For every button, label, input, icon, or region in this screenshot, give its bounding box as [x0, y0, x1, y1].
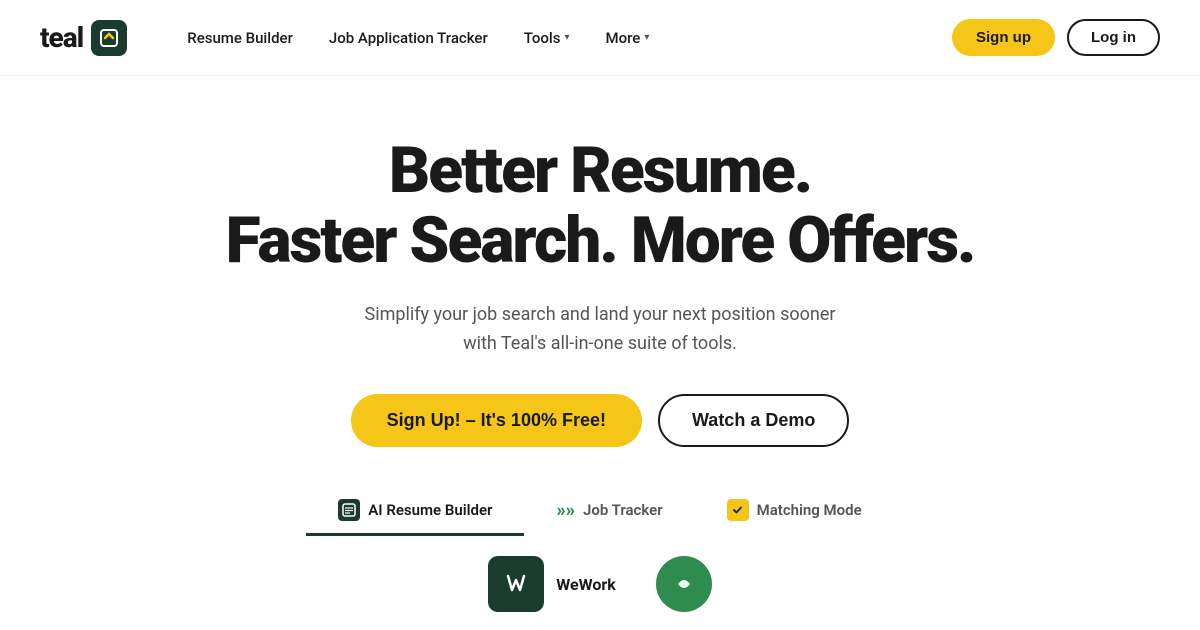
- matching-mode-icon: [727, 499, 749, 521]
- hero-subtitle: Simplify your job search and land your n…: [360, 301, 840, 359]
- tab-job-tracker[interactable]: »» Job Tracker: [524, 487, 694, 536]
- tabs-section: AI Resume Builder »» Job Tracker Matchin…: [0, 487, 1200, 536]
- resume-builder-icon: [338, 499, 360, 521]
- tools-chevron-icon: ▾: [564, 32, 569, 43]
- company2-logo: [656, 556, 712, 612]
- tab-label-resume: AI Resume Builder: [368, 501, 492, 519]
- tab-label-matching: Matching Mode: [757, 501, 862, 519]
- nav-job-tracker[interactable]: Job Application Tracker: [329, 29, 488, 47]
- nav-resume-builder[interactable]: Resume Builder: [187, 29, 293, 47]
- job-tracker-icon: »»: [556, 500, 575, 521]
- navbar-left: teal Resume Builder Job Application Trac…: [40, 20, 649, 56]
- preview-section: WeWork: [0, 556, 1200, 612]
- hero-demo-button[interactable]: Watch a Demo: [658, 394, 849, 447]
- wework-logo: [488, 556, 544, 612]
- tab-label-tracker: Job Tracker: [583, 501, 663, 519]
- hero-title: Better Resume. Faster Search. More Offer…: [226, 136, 975, 277]
- wework-label: WeWork: [556, 575, 616, 594]
- tab-ai-resume-builder[interactable]: AI Resume Builder: [306, 487, 524, 536]
- preview-card-2: [656, 556, 712, 612]
- login-button[interactable]: Log in: [1067, 19, 1160, 56]
- logo-icon: [91, 20, 127, 56]
- tab-matching-mode[interactable]: Matching Mode: [695, 487, 894, 536]
- hero-buttons: Sign Up! – It's 100% Free! Watch a Demo: [351, 394, 850, 447]
- navbar: teal Resume Builder Job Application Trac…: [0, 0, 1200, 76]
- logo-text: teal: [40, 21, 83, 54]
- hero-section: Better Resume. Faster Search. More Offer…: [0, 76, 1200, 447]
- hero-signup-button[interactable]: Sign Up! – It's 100% Free!: [351, 394, 642, 447]
- logo[interactable]: teal: [40, 20, 127, 56]
- navbar-right: Sign up Log in: [952, 19, 1160, 56]
- more-chevron-icon: ▾: [644, 32, 649, 43]
- navbar-nav: Resume Builder Job Application Tracker T…: [187, 29, 649, 47]
- nav-more[interactable]: More ▾: [605, 29, 649, 47]
- signup-button[interactable]: Sign up: [952, 19, 1055, 56]
- preview-card-wework: WeWork: [488, 556, 616, 612]
- nav-tools[interactable]: Tools ▾: [524, 29, 570, 47]
